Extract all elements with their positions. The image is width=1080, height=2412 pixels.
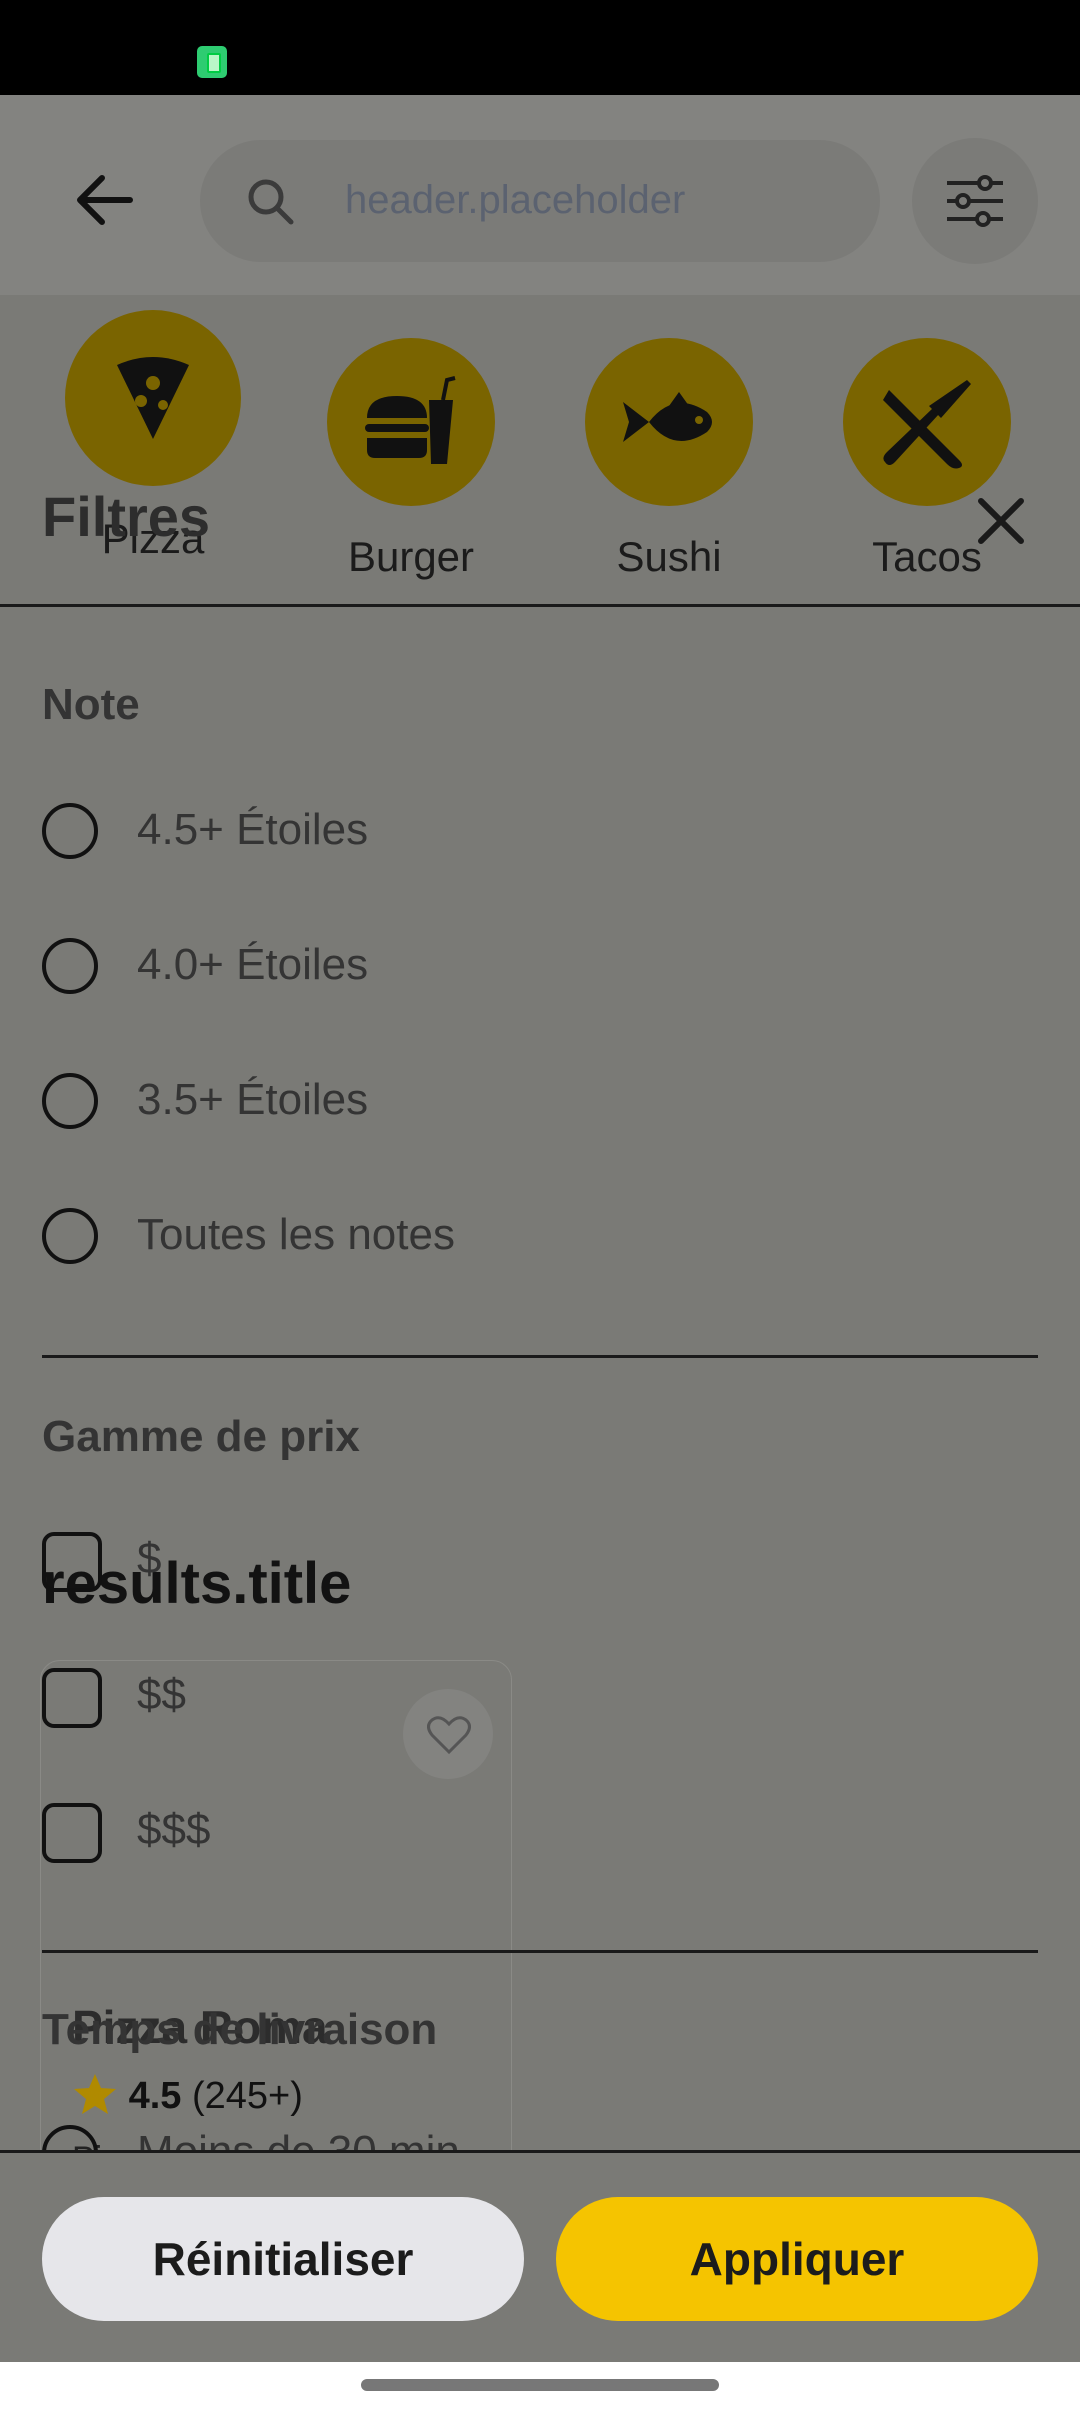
utensils-icon [883, 380, 971, 469]
option-label: 4.5+ Étoiles [137, 805, 369, 854]
category-label: Sushi [616, 533, 722, 580]
rating-section-title: Note [42, 680, 140, 729]
checkbox[interactable] [42, 1668, 102, 1728]
sliders-icon [947, 175, 1003, 227]
divider [0, 2150, 1080, 2153]
pizza-icon [117, 357, 189, 439]
category-sushi[interactable]: Sushi [585, 338, 753, 580]
apply-button[interactable]: Appliquer [556, 2197, 1038, 2321]
option-label: Toutes les notes [137, 1210, 455, 1259]
fish-icon [623, 392, 712, 442]
price-section-title: Gamme de prix [42, 1412, 360, 1461]
burger-icon [365, 376, 456, 464]
checkbox[interactable] [42, 1803, 102, 1863]
delivery-section-title: Temps de livraison [42, 2005, 438, 2054]
checkbox[interactable] [42, 1532, 102, 1592]
review-count: (245+) [191, 2075, 303, 2117]
divider [42, 1355, 1038, 1358]
option-label: $$ [137, 1670, 186, 1719]
star-icon [74, 2074, 116, 2114]
divider [0, 604, 1080, 607]
divider [42, 1950, 1038, 1953]
status-bar [0, 0, 1080, 95]
option-label: $ [137, 1534, 162, 1583]
option-label: $$$ [137, 1805, 211, 1854]
filters-title: Filtres [42, 485, 211, 548]
category-tacos[interactable]: Tacos [843, 338, 1011, 580]
reset-button[interactable]: Réinitialiser [42, 2197, 524, 2321]
option-label: 3.5+ Étoiles [137, 1075, 369, 1124]
favorite-button[interactable] [403, 1689, 493, 1779]
category-burger[interactable]: Burger [327, 338, 495, 580]
filter-button[interactable] [912, 138, 1038, 264]
search-bar[interactable]: header.placeholder [200, 140, 880, 262]
back-arrow-icon[interactable] [70, 165, 140, 235]
category-label: Burger [347, 533, 475, 580]
radio-button[interactable] [42, 938, 98, 994]
radio-button[interactable] [42, 803, 98, 859]
radio-button[interactable] [42, 1208, 98, 1264]
option-label: 4.0+ Étoiles [137, 940, 369, 989]
category-pizza[interactable]: Pizza [65, 310, 241, 562]
heart-icon [427, 1716, 471, 1755]
search-icon [248, 179, 294, 225]
search-input[interactable]: header.placeholder [345, 178, 685, 223]
rating-value: 4.5 [128, 2075, 182, 2117]
restaurant-rating: 4.5 (245+) [72, 2072, 303, 2118]
gesture-handle[interactable] [361, 2379, 719, 2391]
close-icon[interactable] [975, 495, 1027, 547]
radio-button[interactable] [42, 1073, 98, 1129]
battery-charging-icon [197, 46, 227, 78]
